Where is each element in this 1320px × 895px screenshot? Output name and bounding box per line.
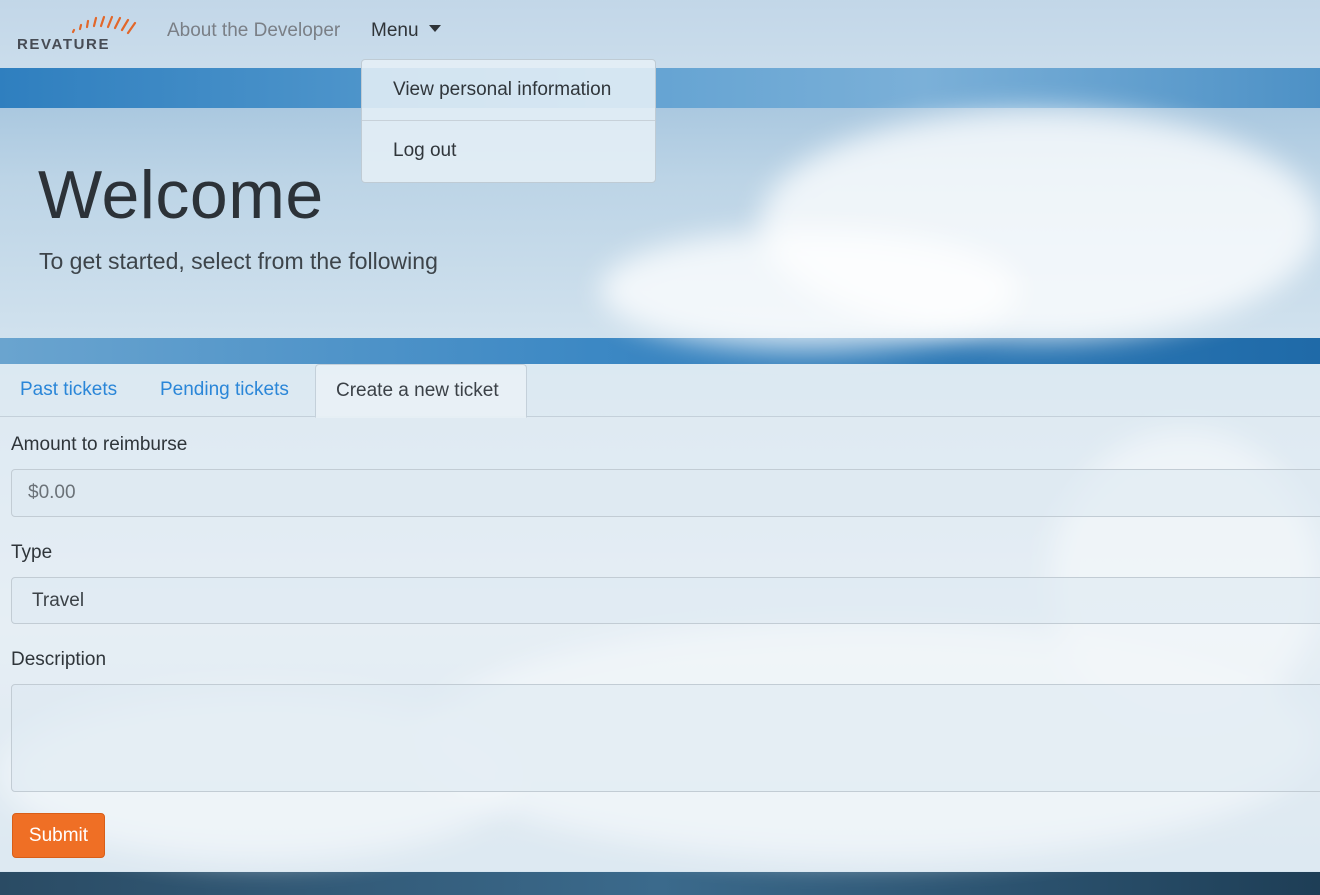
logo-arc-icon xyxy=(71,15,137,35)
background-cloud xyxy=(600,230,1020,350)
background-sky-band xyxy=(0,68,1320,108)
description-label: Description xyxy=(11,649,107,670)
menu-dropdown: View personal information Log out xyxy=(361,59,656,183)
nav-menu-label: Menu xyxy=(371,20,419,41)
background-bottom-band xyxy=(0,872,1320,895)
tab-label: Past tickets xyxy=(20,379,118,400)
type-label: Type xyxy=(11,542,53,563)
navbar: REVATURE About the Developer Menu xyxy=(0,0,1320,68)
page-subtitle: To get started, select from the followin… xyxy=(39,248,438,274)
revature-logo[interactable]: REVATURE xyxy=(17,14,142,54)
nav-about-developer[interactable]: About the Developer xyxy=(167,20,340,42)
menu-item-log-out[interactable]: Log out xyxy=(362,121,655,181)
submit-button[interactable]: Submit xyxy=(12,813,105,858)
nav-menu-toggle[interactable]: Menu xyxy=(371,20,441,42)
logo-text: REVATURE xyxy=(17,36,111,53)
amount-label: Amount to reimburse xyxy=(11,434,188,455)
description-textarea[interactable] xyxy=(11,684,1320,792)
menu-item-label: View personal information xyxy=(393,79,612,100)
tab-create-new-ticket[interactable]: Create a new ticket xyxy=(315,364,527,418)
tab-label: Pending tickets xyxy=(160,379,289,400)
tab-pending-tickets[interactable]: Pending tickets xyxy=(140,364,312,416)
caret-down-icon xyxy=(428,25,441,32)
page-title: Welcome xyxy=(38,157,324,233)
amount-input[interactable] xyxy=(11,469,1320,517)
background-mountain-band xyxy=(0,338,1320,364)
tab-past-tickets[interactable]: Past tickets xyxy=(0,364,138,416)
menu-item-view-personal-info[interactable]: View personal information xyxy=(362,60,655,120)
ticket-tabs: Past tickets Pending tickets Create a ne… xyxy=(0,364,1320,418)
type-selected-value: Travel xyxy=(32,590,85,611)
menu-item-label: Log out xyxy=(393,140,457,161)
type-select[interactable]: Travel xyxy=(11,577,1320,624)
tab-label: Create a new ticket xyxy=(336,380,499,401)
